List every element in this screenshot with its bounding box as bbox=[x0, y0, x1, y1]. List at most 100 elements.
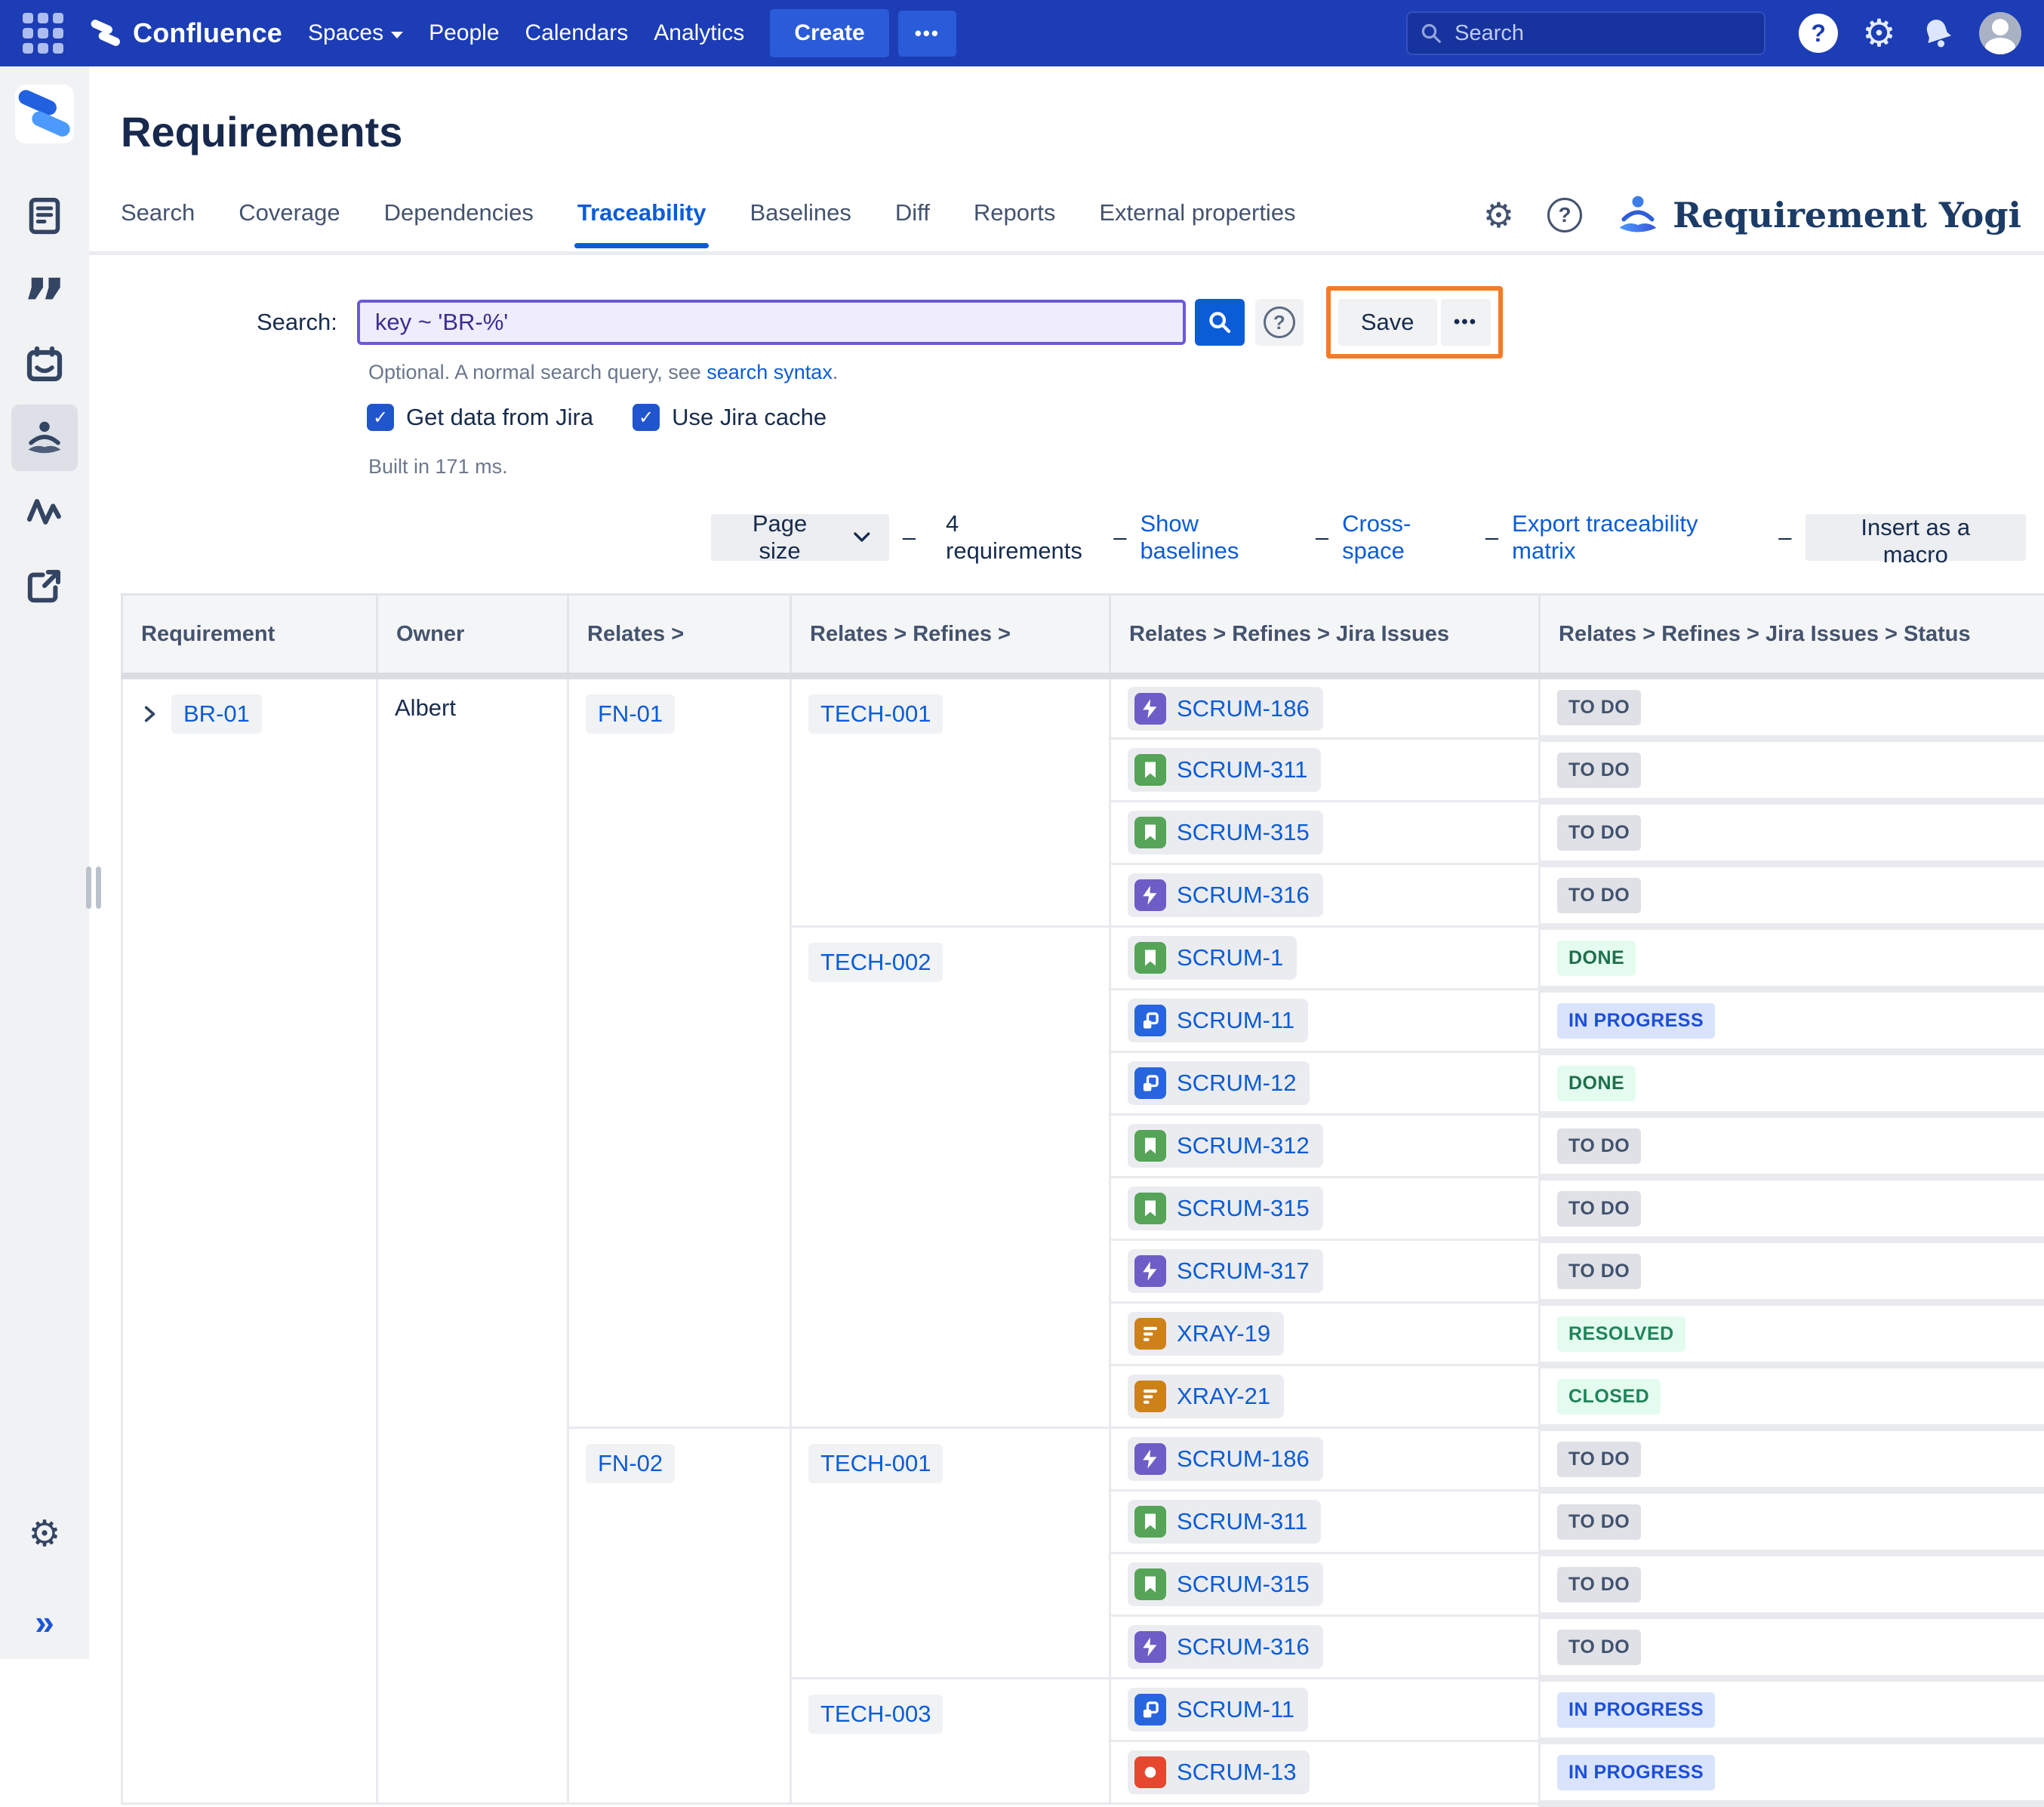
story-icon bbox=[1134, 817, 1166, 848]
jira-issue-cell: SCRUM-311 bbox=[1110, 1491, 1540, 1553]
status-cell: RESOLVED bbox=[1540, 1303, 2044, 1365]
cross-space-link[interactable]: Cross-space bbox=[1342, 510, 1472, 565]
search-label: Search: bbox=[257, 309, 337, 336]
jira-issue-link[interactable]: XRAY-19 bbox=[1128, 1312, 1284, 1356]
page-title: Requirements bbox=[121, 107, 2044, 156]
jira-issue-link[interactable]: SCRUM-317 bbox=[1128, 1249, 1323, 1293]
global-search-input[interactable] bbox=[1453, 20, 1752, 47]
column-header: Owner bbox=[377, 595, 568, 676]
nav-analytics[interactable]: Analytics bbox=[654, 20, 744, 46]
status-cell: CLOSED bbox=[1540, 1365, 2044, 1428]
story-icon bbox=[1134, 1193, 1166, 1224]
pages-icon[interactable] bbox=[11, 183, 78, 249]
jira-issue-link[interactable]: SCRUM-315 bbox=[1128, 1187, 1323, 1230]
confluence-mark-icon bbox=[89, 17, 122, 50]
help-circle-icon[interactable]: ? bbox=[1547, 198, 1582, 232]
search-hint: Optional. A normal search query, see sea… bbox=[368, 361, 2044, 384]
jira-issue-link[interactable]: SCRUM-186 bbox=[1128, 1437, 1323, 1481]
status-cell: TO DO bbox=[1540, 802, 2044, 864]
owner-name: Albert bbox=[395, 694, 456, 721]
column-header: Relates > Refines > Jira Issues bbox=[1110, 595, 1540, 676]
refines-link[interactable]: TECH-003 bbox=[808, 1695, 943, 1734]
show-baselines-link[interactable]: Show baselines bbox=[1140, 510, 1301, 565]
checkbox-get-data-from-jira[interactable]: ✓ Get data from Jira bbox=[367, 404, 593, 431]
jira-issue-cell: SCRUM-186 bbox=[1110, 676, 1540, 739]
jira-issue-link[interactable]: XRAY-21 bbox=[1128, 1374, 1284, 1418]
query-input[interactable] bbox=[357, 300, 1186, 345]
jira-issue-link[interactable]: SCRUM-1 bbox=[1128, 936, 1297, 980]
subtask-icon bbox=[1134, 1694, 1166, 1725]
insert-as-macro-button[interactable]: Insert as a macro bbox=[1805, 514, 2026, 561]
refines-cell: TECH-001 bbox=[791, 676, 1110, 927]
requirement-link[interactable]: BR-01 bbox=[171, 694, 262, 734]
column-header: Requirement bbox=[122, 595, 377, 676]
tab-diff[interactable]: Diff bbox=[895, 199, 930, 245]
jira-issue-link[interactable]: SCRUM-11 bbox=[1128, 1688, 1308, 1732]
jira-issue-link[interactable]: SCRUM-13 bbox=[1128, 1750, 1310, 1794]
expand-sidebar-icon[interactable]: » bbox=[35, 1605, 54, 1639]
tab-search[interactable]: Search bbox=[121, 199, 195, 245]
avatar[interactable] bbox=[1979, 12, 2021, 54]
refines-link[interactable]: TECH-002 bbox=[808, 943, 943, 982]
app-grid-icon[interactable] bbox=[23, 13, 63, 54]
search-syntax-link[interactable]: search syntax bbox=[706, 361, 833, 383]
create-button[interactable]: Create bbox=[770, 9, 888, 57]
status-cell: TO DO bbox=[1540, 1240, 2044, 1303]
search-help-button[interactable]: ? bbox=[1255, 299, 1304, 346]
activity-icon[interactable] bbox=[11, 479, 78, 545]
external-link-icon[interactable] bbox=[11, 553, 78, 619]
page-size-dropdown[interactable]: Page size bbox=[711, 514, 889, 561]
save-more-button[interactable]: ••• bbox=[1441, 299, 1491, 346]
tab-baselines[interactable]: Baselines bbox=[750, 199, 851, 245]
jira-issue-link[interactable]: SCRUM-12 bbox=[1128, 1061, 1310, 1105]
checkbox-use-jira-cache[interactable]: ✓ Use Jira cache bbox=[633, 404, 827, 431]
export-traceability-link[interactable]: Export traceability matrix bbox=[1512, 510, 1765, 565]
save-button[interactable]: Save bbox=[1338, 299, 1437, 346]
tab-coverage[interactable]: Coverage bbox=[239, 199, 340, 245]
jira-issue-link[interactable]: SCRUM-315 bbox=[1128, 811, 1323, 854]
status-badge: IN PROGRESS bbox=[1557, 1755, 1715, 1790]
nav-calendars[interactable]: Calendars bbox=[525, 20, 629, 46]
jira-issue-link[interactable]: SCRUM-11 bbox=[1128, 999, 1308, 1042]
quotes-icon[interactable]: ” bbox=[11, 257, 78, 323]
settings-gear-icon[interactable]: ⚙ bbox=[28, 1516, 60, 1552]
help-icon[interactable]: ? bbox=[1799, 14, 1838, 53]
tab-reports[interactable]: Reports bbox=[974, 199, 1056, 245]
tab-external-properties[interactable]: External properties bbox=[1099, 199, 1295, 245]
relates-link[interactable]: FN-02 bbox=[586, 1444, 675, 1483]
jira-issue-cell: SCRUM-317 bbox=[1110, 1240, 1540, 1303]
confluence-logo[interactable]: Confluence bbox=[89, 17, 282, 50]
requirement-yogi-icon[interactable] bbox=[11, 405, 78, 471]
tab-traceability[interactable]: Traceability bbox=[577, 199, 706, 245]
global-search[interactable] bbox=[1406, 11, 1765, 55]
jira-issue-link[interactable]: SCRUM-315 bbox=[1128, 1562, 1323, 1606]
sidebar-resize-handle[interactable] bbox=[86, 867, 101, 909]
requirements-count: 4 requirements bbox=[946, 510, 1100, 565]
traceability-settings-icon[interactable]: ⚙ bbox=[1483, 198, 1514, 232]
nav-more-button[interactable]: ••• bbox=[898, 11, 956, 57]
jira-issue-link[interactable]: SCRUM-316 bbox=[1128, 873, 1323, 917]
status-badge: TO DO bbox=[1557, 1442, 1641, 1477]
story-icon bbox=[1134, 754, 1166, 786]
relates-link[interactable]: FN-01 bbox=[586, 694, 675, 734]
gear-icon[interactable]: ⚙ bbox=[1862, 14, 1896, 52]
story-icon bbox=[1134, 1130, 1166, 1162]
notification-bell-icon[interactable] bbox=[1916, 11, 1959, 55]
jira-issue-link[interactable]: SCRUM-311 bbox=[1128, 748, 1321, 792]
expand-chevron-icon[interactable] bbox=[140, 704, 159, 724]
status-cell: DONE bbox=[1540, 927, 2044, 990]
calendar-icon[interactable] bbox=[11, 331, 78, 397]
search-button[interactable] bbox=[1195, 299, 1245, 346]
jira-issue-link[interactable]: SCRUM-312 bbox=[1128, 1124, 1323, 1168]
jira-issue-link[interactable]: SCRUM-316 bbox=[1128, 1625, 1323, 1669]
column-header: Relates > Refines > bbox=[791, 595, 1110, 676]
tab-dependencies[interactable]: Dependencies bbox=[384, 199, 534, 245]
jira-issue-link[interactable]: SCRUM-186 bbox=[1128, 687, 1323, 731]
nav-spaces[interactable]: Spaces bbox=[308, 20, 403, 46]
nav-people[interactable]: People bbox=[429, 20, 499, 46]
refines-link[interactable]: TECH-001 bbox=[808, 694, 943, 734]
refines-link[interactable]: TECH-001 bbox=[808, 1444, 943, 1483]
confluence-space-icon[interactable] bbox=[15, 85, 74, 143]
status-badge: TO DO bbox=[1557, 878, 1641, 913]
jira-issue-link[interactable]: SCRUM-311 bbox=[1128, 1500, 1321, 1544]
